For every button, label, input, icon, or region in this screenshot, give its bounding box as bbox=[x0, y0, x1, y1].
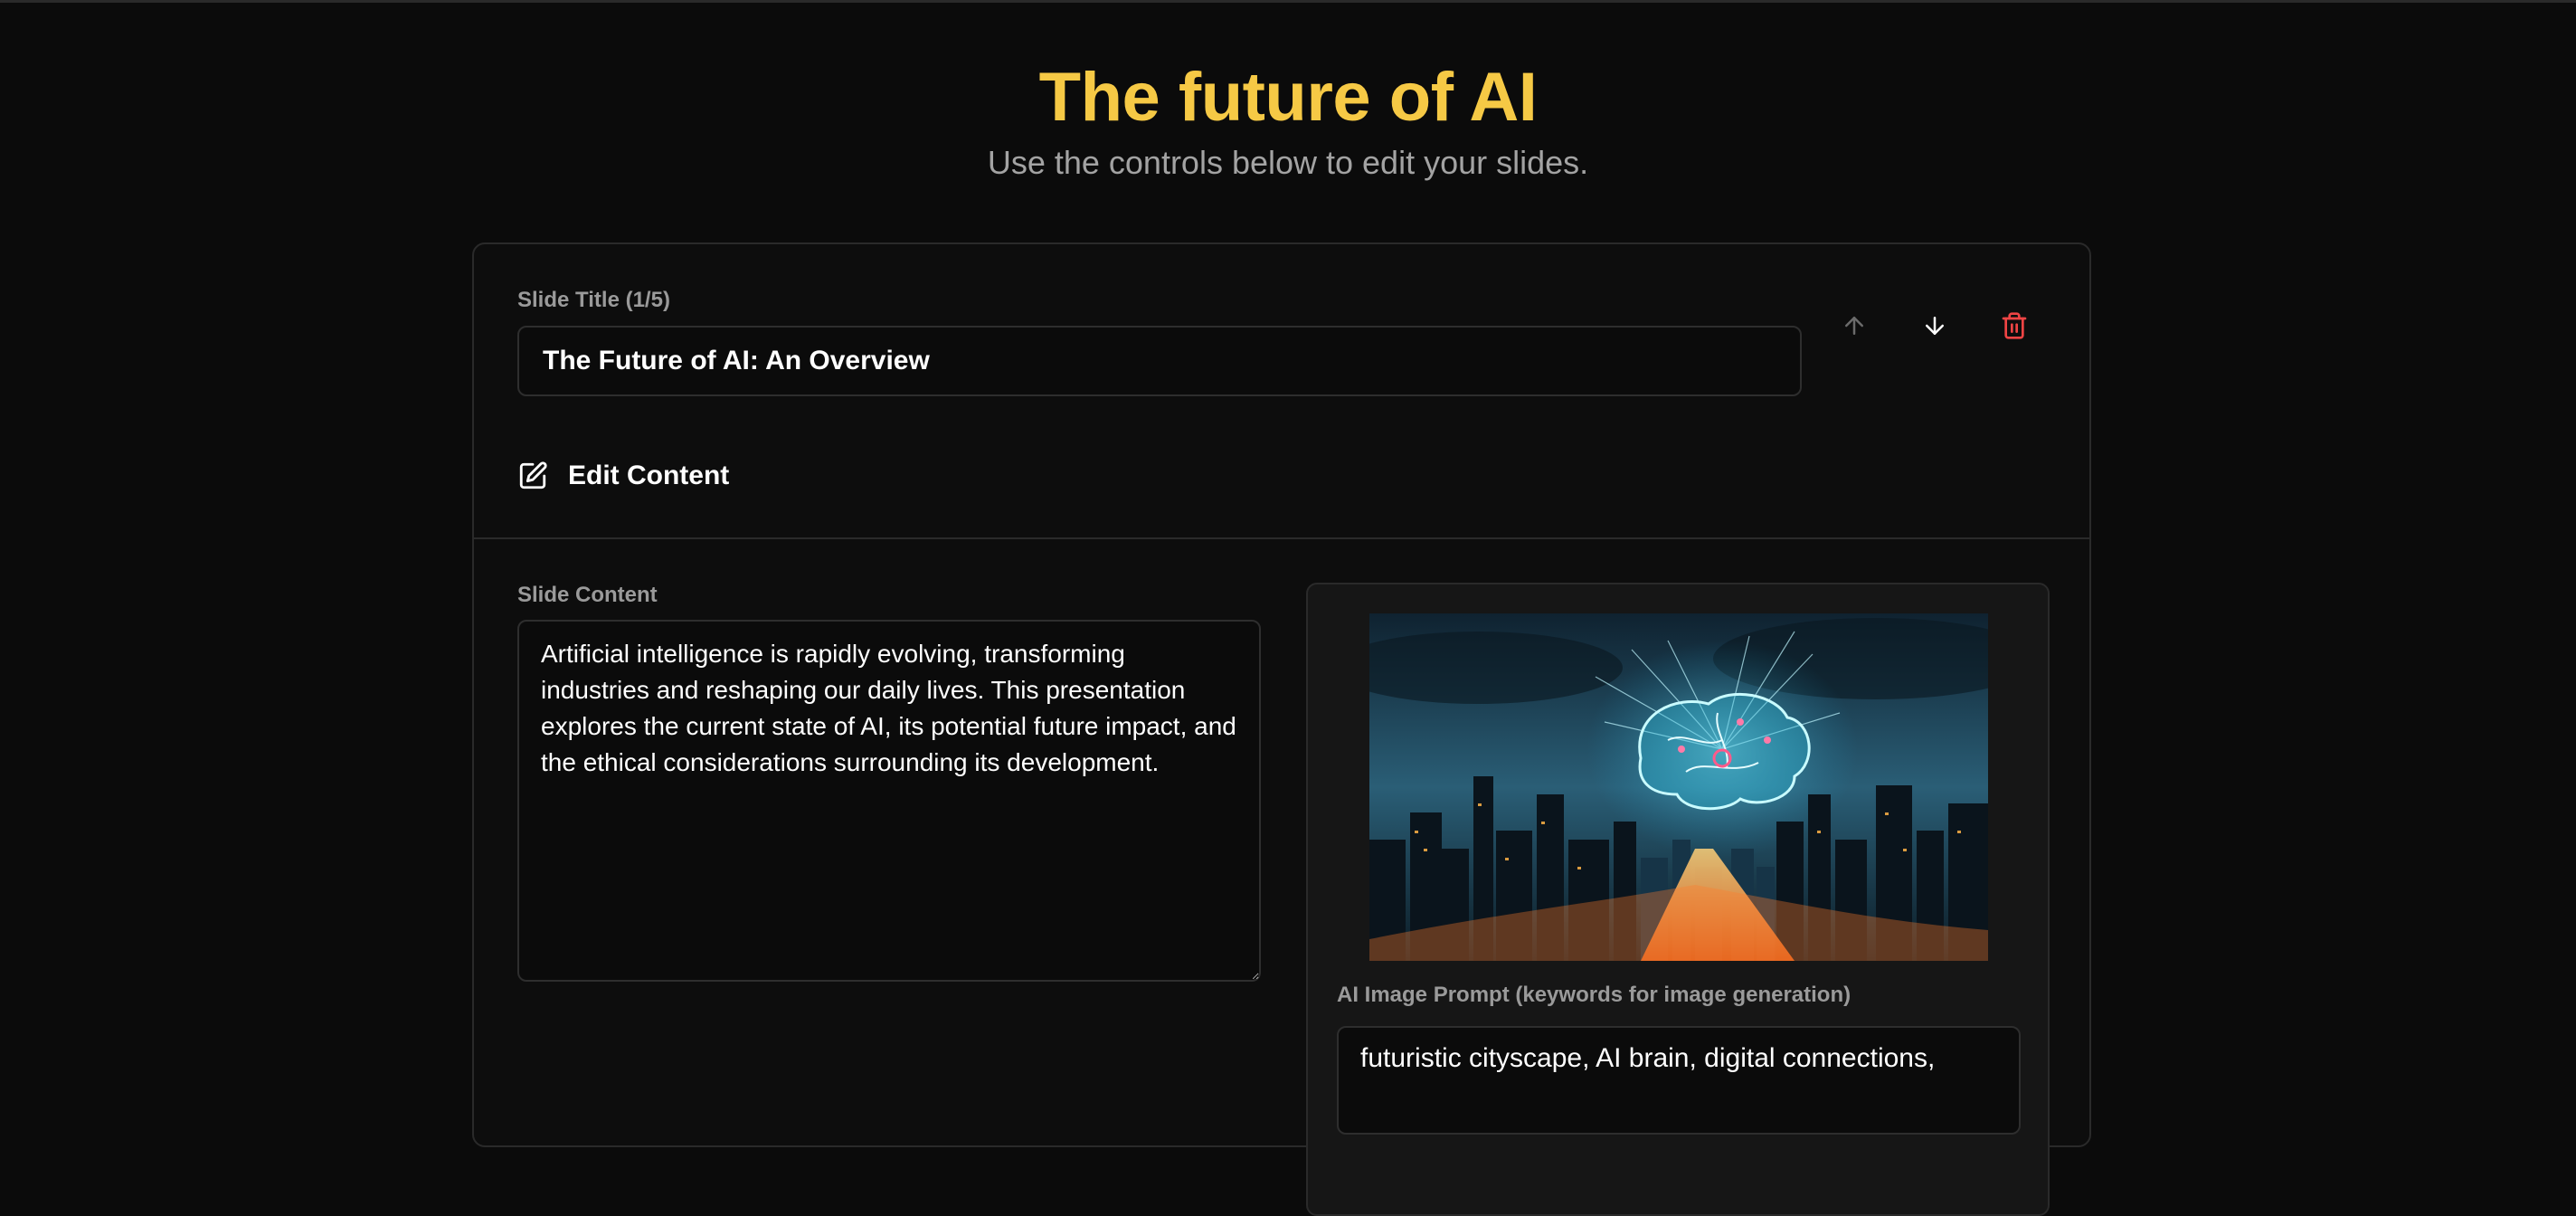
edit-content-toggle[interactable]: Edit Content bbox=[517, 449, 729, 503]
move-up-button[interactable] bbox=[1827, 299, 1881, 353]
arrow-down-icon bbox=[1926, 317, 1944, 335]
slide-content-textarea[interactable]: Artificial intelligence is rapidly evolv… bbox=[517, 620, 1261, 982]
slide-title-input[interactable]: The Future of AI: An Overview bbox=[517, 326, 1802, 396]
image-prompt-label: AI Image Prompt (keywords for image gene… bbox=[1337, 983, 1852, 1007]
arrow-up-icon bbox=[1845, 317, 1863, 335]
top-divider bbox=[0, 0, 2576, 3]
edit-content-label: Edit Content bbox=[568, 461, 730, 490]
slide-content-label: Slide Content bbox=[517, 583, 658, 607]
page-subtitle: Use the controls below to edit your slid… bbox=[987, 144, 1589, 181]
slide-title-value: The Future of AI: An Overview bbox=[543, 346, 930, 375]
move-down-button[interactable] bbox=[1908, 299, 1962, 353]
trash-icon bbox=[2002, 312, 2027, 339]
section-divider bbox=[474, 537, 2089, 539]
slide-image bbox=[1369, 613, 1988, 961]
delete-slide-button[interactable] bbox=[1987, 299, 2041, 353]
image-prompt-value: futuristic cityscape, AI brain, digital … bbox=[1360, 1043, 1936, 1073]
edit-icon bbox=[519, 461, 547, 489]
page-title: The future of AI bbox=[1038, 59, 1538, 136]
image-panel: AI Image Prompt (keywords for image gene… bbox=[1306, 583, 2050, 1216]
page-header: The future of AI Use the controls below … bbox=[0, 54, 2576, 185]
image-prompt-input[interactable]: futuristic cityscape, AI brain, digital … bbox=[1337, 1026, 2021, 1135]
slide-card: Slide Title (1/5) The Future of AI: An O… bbox=[472, 242, 2091, 1216]
slide-title-label: Slide Title (1/5) bbox=[517, 288, 670, 312]
